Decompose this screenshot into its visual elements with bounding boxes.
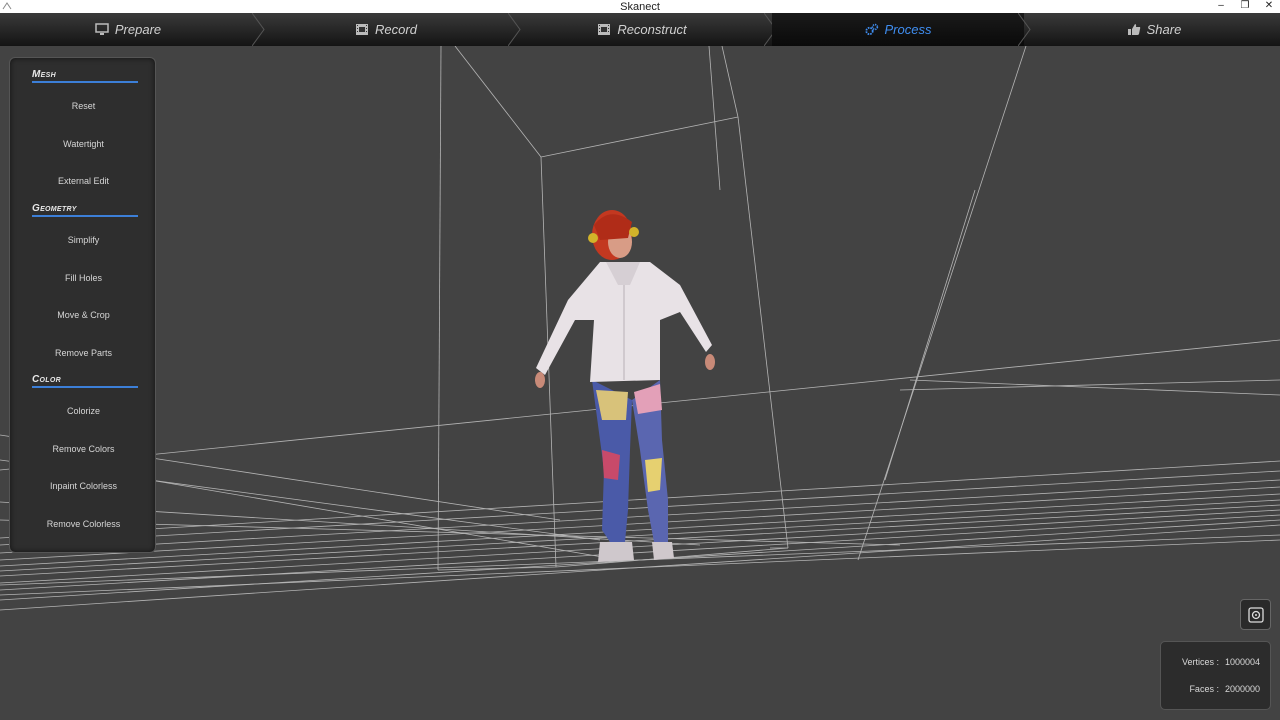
tab-label: Share — [1146, 22, 1182, 37]
close-button[interactable]: ✕ — [1264, 0, 1274, 13]
tab-label: Prepare — [114, 22, 162, 37]
mesh-stats-panel: Vertices : 1000004 Faces : 2000000 — [1160, 641, 1271, 710]
wireframe-scene — [0, 46, 1280, 611]
3d-viewport[interactable] — [0, 46, 1280, 720]
tab-label: Process — [884, 22, 932, 37]
vertices-stat: Vertices : 1000004 — [1182, 657, 1260, 667]
vertices-label: Vertices : — [1181, 657, 1219, 667]
window-title: Skanect — [620, 0, 660, 13]
window-title-bar: Skanect – ❐ ✕ — [0, 0, 1280, 13]
section-header-mesh: Mesh — [32, 69, 138, 83]
simplify-button[interactable]: Simplify — [10, 231, 157, 249]
process-tools-panel: Mesh Reset Watertight External Edit Geom… — [9, 57, 156, 553]
faces-stat: Faces : 2000000 — [1189, 684, 1260, 694]
tab-reconstruct[interactable]: Reconstruct — [514, 13, 770, 46]
app-icon — [2, 2, 12, 10]
tab-share[interactable]: Share — [1028, 13, 1280, 46]
workflow-tabs: Prepare Record Reconstruct Process Share — [0, 13, 1280, 46]
restore-button[interactable]: ❐ — [1240, 0, 1250, 13]
colorize-button[interactable]: Colorize — [10, 402, 157, 420]
watertight-button[interactable]: Watertight — [10, 135, 157, 153]
external-edit-button[interactable]: External Edit — [10, 172, 157, 190]
section-header-geometry: Geometry — [32, 203, 138, 217]
tab-label: Reconstruct — [617, 22, 687, 37]
minimize-button[interactable]: – — [1216, 0, 1226, 13]
reset-button[interactable]: Reset — [10, 97, 157, 115]
vertices-value: 1000004 — [1224, 657, 1260, 667]
fill-holes-button[interactable]: Fill Holes — [10, 269, 157, 287]
tab-prepare[interactable]: Prepare — [0, 13, 256, 46]
monitor-icon — [95, 23, 109, 35]
faces-value: 2000000 — [1224, 684, 1260, 694]
faces-label: Faces : — [1189, 684, 1219, 694]
remove-colorless-button[interactable]: Remove Colorless — [10, 515, 157, 533]
move-crop-button[interactable]: Move & Crop — [10, 306, 157, 324]
tab-label: Record — [375, 22, 417, 37]
tab-record[interactable]: Record — [258, 13, 514, 46]
film-icon — [598, 24, 611, 35]
section-header-color: Color — [32, 374, 138, 388]
tab-process[interactable]: Process — [772, 13, 1024, 46]
gears-icon — [864, 23, 878, 36]
thumbs-up-icon — [1127, 24, 1140, 35]
snapshot-button[interactable] — [1240, 599, 1271, 630]
remove-parts-button[interactable]: Remove Parts — [10, 344, 157, 362]
window-controls: – ❐ ✕ — [1216, 0, 1274, 13]
camera-icon — [1247, 606, 1264, 623]
film-icon — [356, 24, 369, 35]
scanned-person-model — [535, 210, 715, 562]
remove-colors-button[interactable]: Remove Colors — [10, 440, 157, 458]
inpaint-colorless-button[interactable]: Inpaint Colorless — [10, 477, 157, 495]
